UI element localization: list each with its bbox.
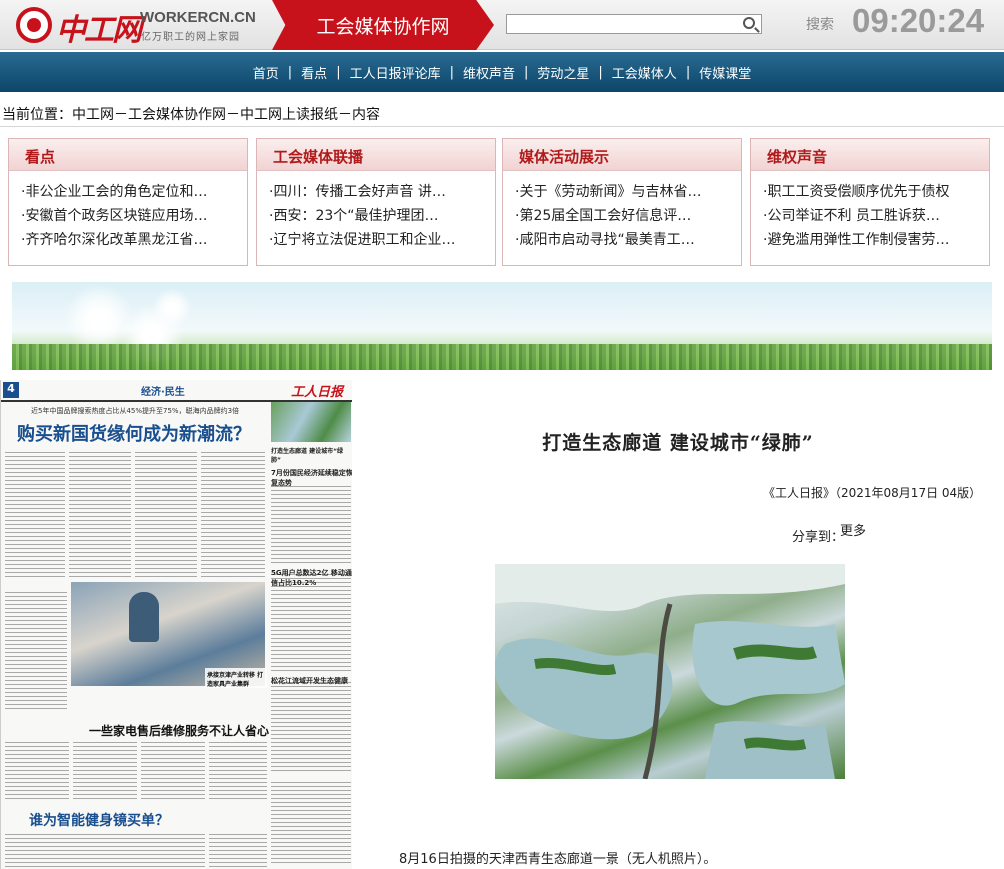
grass-decoration	[12, 344, 992, 370]
clock-display: 09:20:24	[852, 2, 985, 39]
logo-emblem-icon	[16, 7, 52, 43]
nav-item-home[interactable]: 首页	[244, 63, 288, 82]
list-item[interactable]: ·第25届全国工会好信息评…	[515, 204, 741, 228]
list-item[interactable]: ·避免滥用弹性工作制侵害劳…	[763, 228, 989, 252]
wetland-aerial-image	[495, 564, 845, 779]
wetland-thumbnail	[271, 402, 351, 442]
newspaper-headline-bottom: 谁为智能健身镜买单？	[29, 813, 169, 829]
banner-image	[12, 282, 992, 370]
worker-figure	[129, 592, 159, 642]
list-item[interactable]: ·辽宁将立法促进职工和企业…	[269, 228, 495, 252]
box-title[interactable]: 媒体活动展示	[503, 139, 741, 171]
newspaper-subhead: 近5年中国品牌搜索热度占比从45%提升至75%，聪海内品牌约3倍	[31, 407, 240, 415]
share-label: 分享到：	[792, 530, 845, 545]
list-item[interactable]: ·职工工资受偿顺序优先于债权	[763, 180, 989, 204]
newspaper-side-headline: 7月份国民经济延续稳定恢复态势	[271, 469, 352, 487]
nav-item-commentary[interactable]: 工人日报评论库	[341, 63, 450, 82]
breadcrumb: 当前位置：中工网－工会媒体协作网－中工网上读报纸－内容	[2, 107, 380, 123]
list-item[interactable]: ·齐齐哈尔深化改革黑龙江省…	[21, 228, 247, 252]
box-highlights: 看点 ·非公企业工会的角色定位和… ·安徽首个政务区块链应用场… ·齐齐哈尔深化…	[8, 138, 248, 266]
newspaper-brand: 工人日报	[291, 385, 344, 400]
newspaper-headline-mid: 一些家电售后维修服务不让人省心	[89, 724, 270, 738]
newspaper-masthead: 4 经济·民生 工人日报	[1, 380, 352, 402]
channel-title[interactable]: 工会媒体协作网	[272, 0, 494, 50]
list-item[interactable]: ·咸阳市启动寻找“最美青工…	[515, 228, 741, 252]
article-photo-caption: 8月16日拍摄的天津西青生态廊道一景（无人机照片）。	[399, 852, 717, 867]
newspaper-side-headline: 5G用户总数达2亿 移动通信占比10.2%	[271, 569, 352, 587]
search-icon[interactable]	[743, 17, 755, 29]
share-more-link[interactable]: 更多	[840, 520, 866, 539]
article-photo	[495, 564, 845, 779]
newspaper-headline-main: 购买新国货缘何成为新潮流？	[17, 424, 251, 445]
box-media-activities: 媒体活动展示 ·关于《劳动新闻》与吉林省… ·第25届全国工会好信息评… ·咸阳…	[502, 138, 742, 266]
box-media-broadcast: 工会媒体联播 ·四川：传播工会好声音 讲… ·西安：23个“最佳护理团… ·辽宁…	[256, 138, 496, 266]
list-item[interactable]: ·非公企业工会的角色定位和…	[21, 180, 247, 204]
search-input[interactable]	[506, 14, 762, 34]
page-number: 4	[3, 382, 19, 398]
search-button[interactable]: 搜索	[806, 14, 834, 34]
logo-chinese-name: 中工网	[56, 13, 142, 48]
divider	[0, 126, 1004, 127]
nav-item-media-people[interactable]: 工会媒体人	[603, 63, 686, 82]
logo-slogan: 亿万职工的网上家园	[141, 32, 240, 43]
newspaper-page-image[interactable]: 4 经济·民生 工人日报 近5年中国品牌搜索热度占比从45%提升至75%，聪海内…	[0, 380, 352, 869]
list-item[interactable]: ·安徽首个政务区块链应用场…	[21, 204, 247, 228]
wetland-thumbnail-caption: 打造生态廊道 建设城市“绿肺”	[271, 448, 344, 464]
list-item[interactable]: ·四川：传播工会好声音 讲…	[269, 180, 495, 204]
box-title[interactable]: 维权声音	[751, 139, 989, 171]
nav-item-media-class[interactable]: 传媒课堂	[690, 63, 760, 82]
box-title[interactable]: 看点	[9, 139, 247, 171]
list-item[interactable]: ·关于《劳动新闻》与吉林省…	[515, 180, 741, 204]
section-name: 经济·民生	[141, 387, 185, 398]
site-header: 中工网 WORKERCN.CN 亿万职工的网上家园 工会媒体协作网 搜索 09:…	[0, 0, 1004, 50]
box-rights-voice: 维权声音 ·职工工资受偿顺序优先于债权 ·公司举证不利 员工胜诉获… ·避免滥用…	[750, 138, 990, 266]
nav-item-highlights[interactable]: 看点	[292, 63, 336, 82]
logo-domain: WORKERCN.CN	[140, 9, 256, 26]
main-nav: 首页 | 看点 | 工人日报评论库 | 维权声音 | 劳动之星 | 工会媒体人 | 传媒课堂	[0, 52, 1004, 92]
site-logo[interactable]: 中工网 WORKERCN.CN 亿万职工的网上家园	[12, 5, 272, 48]
factory-photo-caption: 承接京津产业转移 打造家具产业集群	[205, 668, 267, 688]
newspaper-side-headline: 松花江流域开发生态健康	[271, 677, 348, 685]
list-item[interactable]: ·公司举证不利 员工胜诉获…	[763, 204, 989, 228]
article-source: 《工人日报》（2021年08月17日 04版）	[763, 486, 982, 500]
box-title[interactable]: 工会媒体联播	[257, 139, 495, 171]
article-title: 打造生态廊道 建设城市“绿肺”	[542, 432, 814, 454]
dandelion-decoration	[152, 288, 192, 328]
nav-item-rights[interactable]: 维权声音	[454, 63, 524, 82]
nav-item-labor-stars[interactable]: 劳动之星	[528, 63, 598, 82]
list-item[interactable]: ·西安：23个“最佳护理团…	[269, 204, 495, 228]
